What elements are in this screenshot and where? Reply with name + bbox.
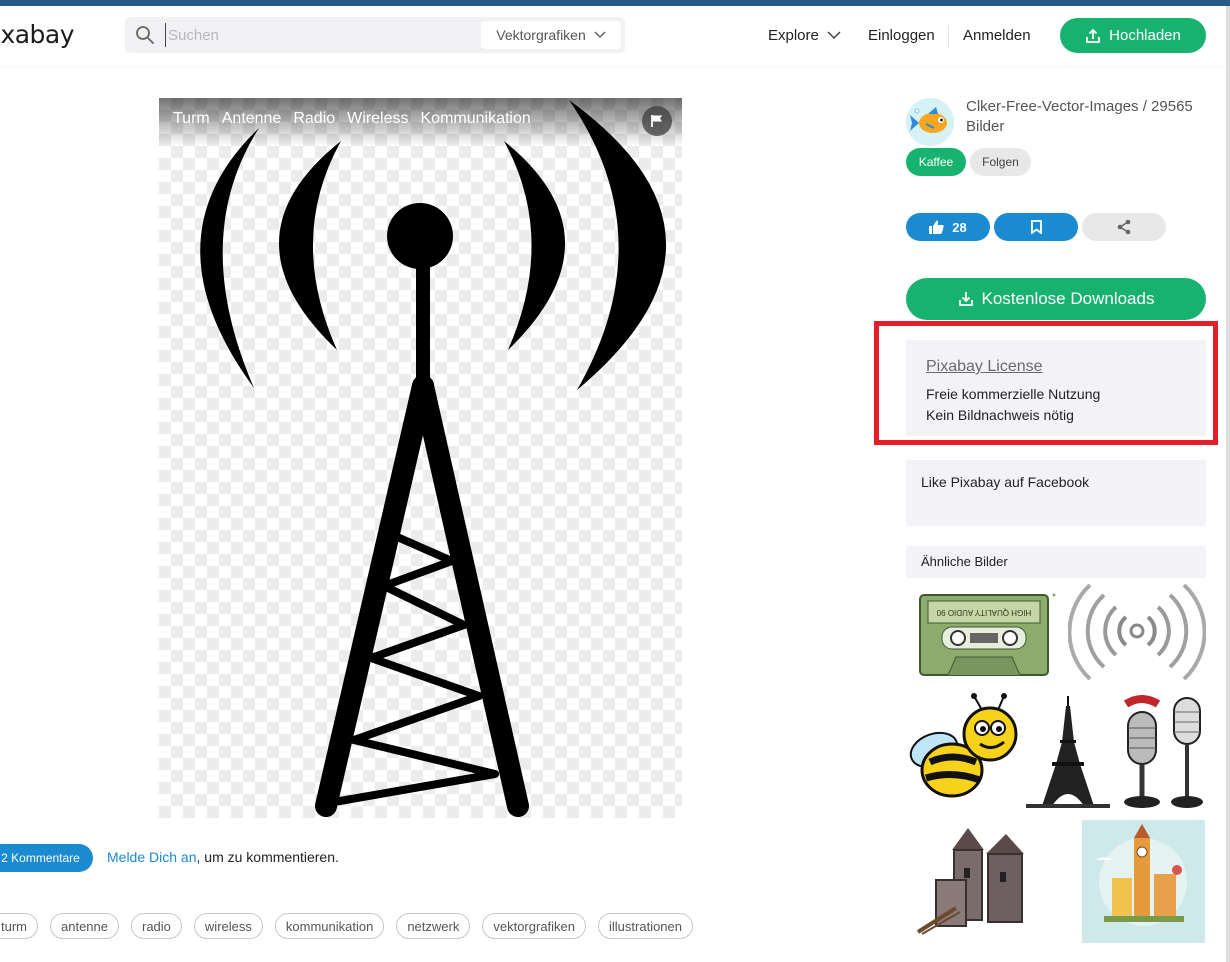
- search-type-label: Vektorgrafiken: [496, 27, 586, 43]
- radio-tower-image: [200, 100, 667, 817]
- login-link[interactable]: Einloggen: [868, 27, 935, 44]
- explore-menu[interactable]: Explore: [768, 27, 841, 44]
- download-label: Kostenlose Downloads: [981, 289, 1155, 308]
- castle-thumbnail: [916, 828, 1024, 935]
- upload-button[interactable]: Hochladen: [1060, 18, 1206, 53]
- share-icon: [1117, 219, 1131, 235]
- similar-images-header: Ähnliche Bilder: [906, 546, 1206, 578]
- main-image[interactable]: Turm Antenne Radio Wireless Kommunikatio…: [159, 98, 682, 818]
- bookmark-button[interactable]: [994, 213, 1078, 241]
- coffee-button[interactable]: Kaffee: [906, 148, 966, 176]
- image-tag-link[interactable]: Radio: [293, 110, 335, 134]
- image-tag-link[interactable]: Turm: [173, 110, 210, 134]
- flag-icon: [651, 115, 662, 127]
- tag-chip[interactable]: turm: [0, 913, 38, 939]
- facebook-like-text[interactable]: Like Pixabay auf Facebook: [921, 474, 1089, 490]
- upload-icon: [1086, 28, 1101, 43]
- author-name[interactable]: Clker-Free-Vector-Images / 29565 Bilder: [966, 97, 1206, 137]
- similar-image-bee[interactable]: [904, 692, 1020, 806]
- explore-label: Explore: [768, 27, 819, 44]
- comment-login-link[interactable]: Melde Dich an: [107, 849, 197, 865]
- download-icon: [958, 292, 973, 306]
- wireless-thumbnail: [1068, 583, 1206, 681]
- microphones-thumbnail: [1123, 695, 1203, 808]
- search-input[interactable]: [165, 23, 465, 47]
- nav-divider: [948, 26, 949, 48]
- signup-link[interactable]: Anmelden: [963, 27, 1031, 44]
- pixabay-logo[interactable]: ixabay: [0, 20, 75, 49]
- search-type-dropdown[interactable]: Vektorgrafiken: [481, 21, 621, 49]
- tag-chip[interactable]: radio: [131, 913, 182, 939]
- like-count: 28: [952, 219, 967, 235]
- tag-chip[interactable]: wireless: [193, 913, 263, 939]
- similar-image-cassette[interactable]: HIGH QUALITY AUDIO 90: [918, 593, 1056, 677]
- facebook-like-box: Like Pixabay auf Facebook: [906, 460, 1206, 526]
- image-tag-link[interactable]: Wireless: [347, 110, 408, 134]
- cassette-label: HIGH QUALITY AUDIO 90: [936, 608, 1031, 617]
- header: ixabay Vektorgrafiken Explore Einloggen …: [0, 6, 1230, 66]
- image-tag-link[interactable]: Kommunikation: [421, 110, 531, 134]
- chevron-down-icon: [594, 31, 606, 39]
- comment-login-suffix: , um zu kommentieren.: [196, 849, 339, 865]
- tag-list: turm antenne radio wireless kommunikatio…: [0, 913, 694, 939]
- fish-avatar-icon: [906, 98, 954, 146]
- tag-chip[interactable]: vektorgrafiken: [482, 913, 587, 939]
- scrollbar[interactable]: [1226, 6, 1230, 962]
- comments-button[interactable]: 2 Kommentare: [0, 844, 93, 872]
- cassette-thumbnail: HIGH QUALITY AUDIO 90: [919, 593, 1056, 676]
- tag-chip[interactable]: netzwerk: [396, 913, 471, 939]
- follow-button[interactable]: Folgen: [970, 148, 1031, 176]
- like-button[interactable]: 28: [906, 213, 990, 241]
- highlight-annotation: [874, 321, 1218, 445]
- similar-image-microphones[interactable]: [1116, 694, 1208, 810]
- london-thumbnail: [1096, 824, 1187, 926]
- thumbs-up-icon: [929, 220, 944, 234]
- similar-image-eiffel[interactable]: [1024, 694, 1112, 810]
- search-bar: Vektorgrafiken: [125, 17, 625, 53]
- bee-thumbnail: [909, 693, 1018, 798]
- bookmark-icon: [1030, 220, 1042, 234]
- eiffel-tower-thumbnail: [1026, 696, 1110, 808]
- download-button[interactable]: Kostenlose Downloads: [906, 278, 1206, 320]
- report-flag-button[interactable]: [642, 106, 672, 136]
- share-button[interactable]: [1082, 213, 1166, 241]
- tag-chip[interactable]: antenne: [50, 913, 119, 939]
- chevron-down-icon: [827, 31, 841, 40]
- image-tag-link[interactable]: Antenne: [222, 110, 282, 134]
- comment-login-prompt: Melde Dich an, um zu kommentieren.: [107, 849, 339, 865]
- tag-chip[interactable]: kommunikation: [274, 913, 385, 939]
- similar-image-castle[interactable]: [916, 820, 1036, 938]
- upload-label: Hochladen: [1109, 27, 1181, 44]
- author-avatar[interactable]: [906, 98, 954, 146]
- tag-chip[interactable]: illustrationen: [598, 913, 694, 939]
- image-tag-overlay: Turm Antenne Radio Wireless Kommunikatio…: [159, 98, 682, 146]
- similar-image-london[interactable]: [1082, 820, 1205, 943]
- search-icon[interactable]: [135, 25, 155, 45]
- similar-image-wireless[interactable]: [1068, 583, 1206, 687]
